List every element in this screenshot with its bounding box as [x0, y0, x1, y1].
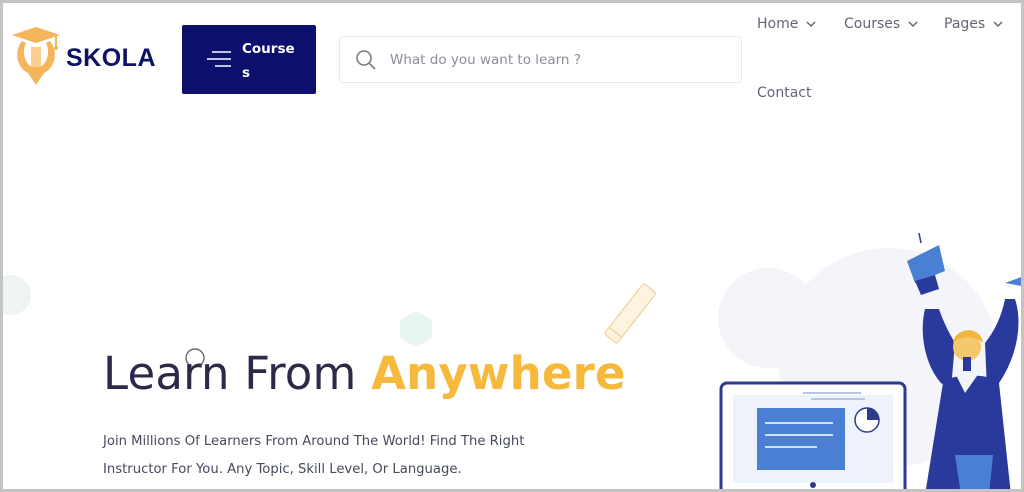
nav-courses-label: Courses — [844, 16, 901, 32]
pencil-decoration-icon — [604, 283, 657, 344]
nav-contact-label: Contact — [757, 85, 812, 101]
search-box — [339, 36, 742, 83]
search-input[interactable] — [390, 51, 720, 68]
chevron-down-icon — [806, 20, 816, 27]
nav-pages[interactable]: Pages — [944, 16, 1003, 32]
search-icon[interactable] — [355, 49, 377, 71]
nav-contact[interactable]: Contact — [757, 85, 811, 101]
hero-title-main: Learn From — [103, 347, 372, 400]
nav-pages-label: Pages — [944, 16, 986, 32]
hero-illustration — [718, 232, 1021, 489]
site-header: SKOLA Courses Home Courses Pa — [3, 3, 1021, 123]
nav-courses[interactable]: Courses — [844, 16, 918, 32]
courses-menu-button[interactable]: Courses — [182, 25, 316, 94]
hero-subtitle-line-1: Join Millions Of Learners From Around Th… — [103, 434, 525, 449]
hero-subtitle: Join Millions Of Learners From Around Th… — [103, 428, 603, 484]
graduation-pencil-logo-icon — [12, 27, 60, 85]
chevron-down-icon — [993, 20, 1003, 27]
courses-button-label: Courses — [242, 41, 295, 81]
background-hexagon-shape — [400, 311, 432, 347]
logo[interactable]: SKOLA — [10, 23, 156, 87]
page-frame: SKOLA Courses Home Courses Pa — [0, 0, 1024, 492]
menu-lines-icon — [207, 51, 231, 67]
nav-home-label: Home — [757, 16, 799, 32]
nav-home[interactable]: Home — [757, 16, 816, 32]
hero-title: Learn From Anywhere — [103, 347, 626, 400]
hero-title-accent: Anywhere — [371, 347, 626, 400]
brand-name: SKOLA — [66, 43, 156, 72]
chevron-down-icon — [908, 20, 918, 27]
background-circle-shape — [3, 275, 31, 315]
hero-subtitle-line-2: Instructor For You. Any Topic, Skill Lev… — [103, 462, 462, 477]
